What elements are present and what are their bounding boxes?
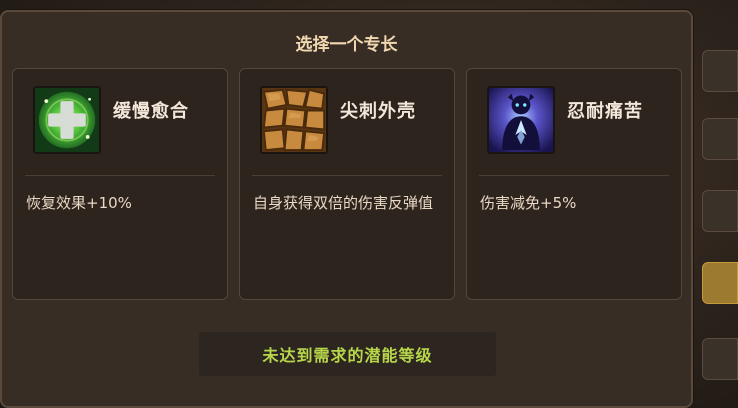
perk-name: 尖刺外壳	[340, 101, 416, 122]
background-side-tab	[702, 262, 738, 304]
background-side-tab	[702, 118, 738, 160]
requirement-notice: 未达到需求的潜能等级	[199, 332, 496, 376]
perk-description: 伤害减免+5%	[480, 194, 577, 212]
card-divider	[479, 175, 669, 176]
perk-name: 忍耐痛苦	[567, 101, 643, 122]
perk-card-slow-healing[interactable]: 缓慢愈合 恢复效果+10%	[12, 68, 228, 300]
perk-card-endure-pain[interactable]: 忍耐痛苦 伤害减免+5%	[466, 68, 682, 300]
healing-cross-icon[interactable]	[33, 86, 101, 154]
background-side-tab	[702, 338, 738, 380]
endure-pain-icon[interactable]	[487, 86, 555, 154]
background-side-tab	[702, 190, 738, 232]
perk-description: 自身获得双倍的伤害反弹值	[253, 194, 434, 212]
dialog-title: 选择一个专长	[295, 35, 398, 55]
spiked-shell-icon[interactable]	[260, 86, 328, 154]
perk-name: 缓慢愈合	[113, 101, 189, 122]
perk-selection-dialog: 选择一个专长 缓慢愈合 恢复效果+10% 尖刺外壳 自身获得双倍的伤害反弹值 忍…	[0, 10, 693, 408]
background-side-tab	[702, 50, 738, 92]
card-divider	[25, 175, 215, 176]
perk-card-spiked-shell[interactable]: 尖刺外壳 自身获得双倍的伤害反弹值	[239, 68, 455, 300]
perk-description: 恢复效果+10%	[26, 194, 132, 212]
card-divider	[252, 175, 442, 176]
